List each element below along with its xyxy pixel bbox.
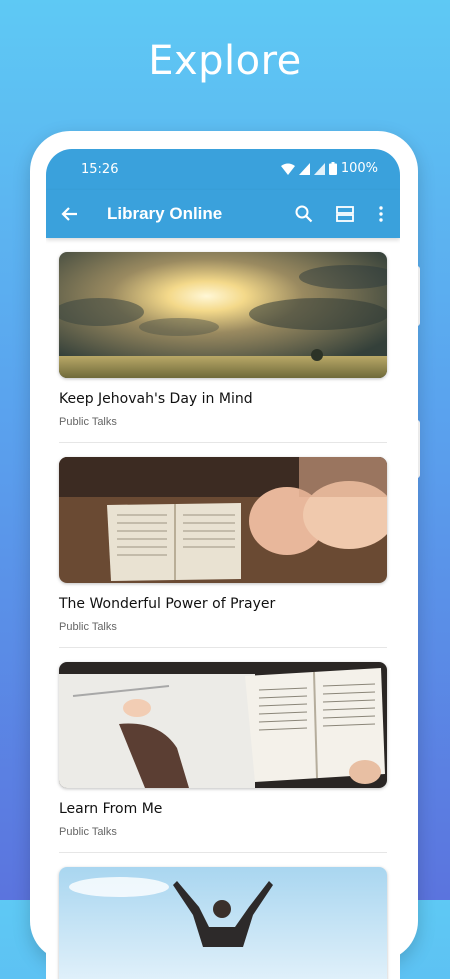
wifi-icon <box>280 163 295 175</box>
signal-icon-secondary <box>313 162 325 175</box>
list-item[interactable] <box>59 853 387 979</box>
promo-headline: Explore <box>148 38 302 84</box>
item-title: Learn From Me <box>59 801 163 817</box>
status-bar: 15:26 100% <box>46 149 400 190</box>
list-item[interactable]: Learn From Me Public Talks <box>59 648 387 853</box>
phone-frame: 15:26 100% Library Online Keep Jehovah's… <box>30 131 418 979</box>
app-bar: Library Online <box>46 190 400 238</box>
content-list: Keep Jehovah's Day in Mind Public Talks <box>46 238 400 979</box>
item-title: The Wonderful Power of Prayer <box>59 596 276 612</box>
status-time: 15:26 <box>81 162 119 177</box>
page-title: Library Online <box>107 204 223 223</box>
item-category: Public Talks <box>59 621 117 633</box>
item-category: Public Talks <box>59 826 117 838</box>
battery-icon <box>328 162 337 175</box>
more-options-icon[interactable] <box>371 204 391 224</box>
search-icon[interactable] <box>294 204 314 224</box>
item-thumbnail-sky <box>59 252 387 378</box>
item-thumbnail-study <box>59 662 387 788</box>
item-thumbnail-raised-arms <box>59 867 387 979</box>
item-category: Public Talks <box>59 416 117 428</box>
view-mode-icon[interactable] <box>335 204 355 224</box>
item-thumbnail-prayer <box>59 457 387 583</box>
list-item[interactable]: The Wonderful Power of Prayer Public Tal… <box>59 443 387 648</box>
list-item[interactable]: Keep Jehovah's Day in Mind Public Talks <box>59 238 387 443</box>
battery-level: 100% <box>340 161 378 176</box>
signal-icon <box>298 162 310 175</box>
back-arrow-icon[interactable] <box>60 204 80 224</box>
item-title: Keep Jehovah's Day in Mind <box>59 391 253 407</box>
status-icons: 100% <box>280 161 378 176</box>
app-screen: 15:26 100% Library Online Keep Jehovah's… <box>46 149 400 979</box>
